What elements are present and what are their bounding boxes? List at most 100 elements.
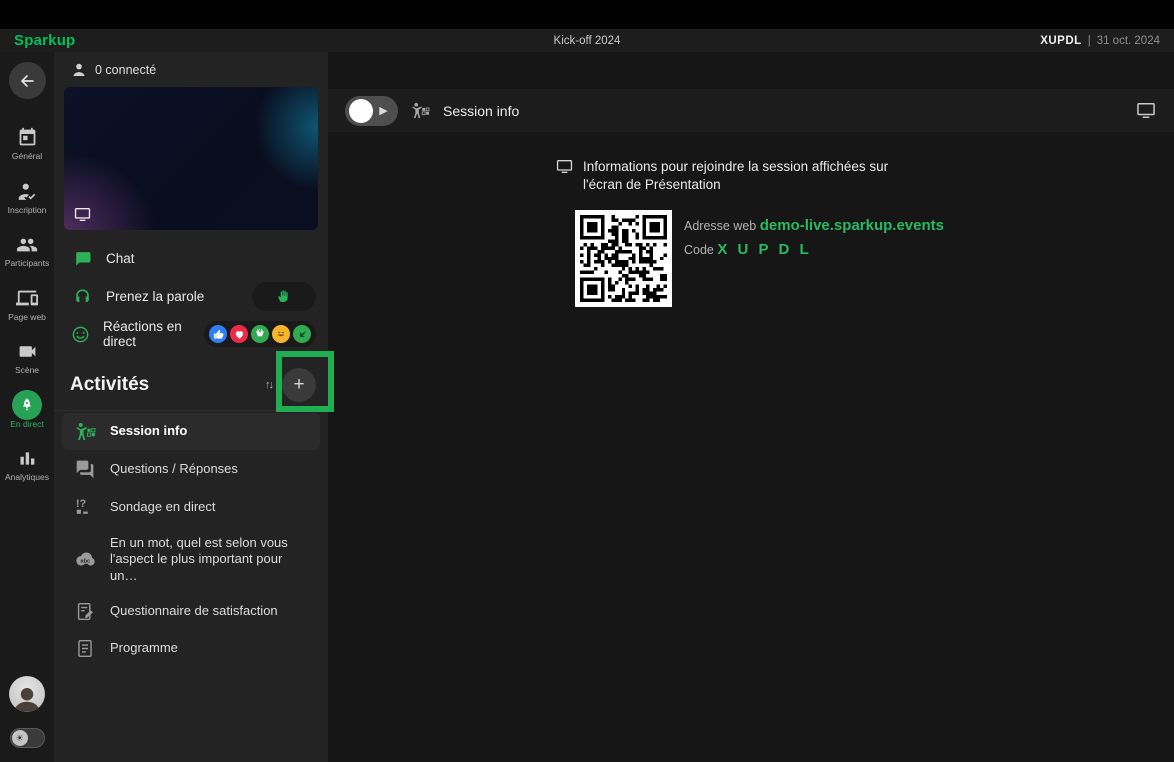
sort-icon[interactable]: ↑↓: [265, 379, 282, 391]
sidebar-item-analytiques[interactable]: Analytiques: [0, 447, 54, 482]
event-title: Kick-off 2024: [0, 35, 1174, 47]
meta-separator: |: [1088, 35, 1091, 47]
people-icon: [16, 233, 38, 256]
sidebar-item-endirect[interactable]: En direct: [0, 394, 54, 429]
heart-icon: [230, 325, 248, 343]
word-cloud-icon: abc: [74, 550, 96, 568]
sidebar-item-scene[interactable]: Scène: [0, 340, 54, 375]
clap-icon: [251, 325, 269, 343]
info-row: Informations pour rejoindre la session a…: [556, 158, 1174, 193]
present-screen-button[interactable]: [1136, 102, 1156, 119]
poll-icon: !?: [74, 497, 96, 517]
stage-preview[interactable]: [64, 87, 318, 230]
chat-label: Chat: [106, 251, 135, 266]
main-header: ▶ Session info: [328, 89, 1174, 132]
take-floor-row[interactable]: Prenez la parole: [66, 277, 316, 315]
calendar-icon: [17, 126, 38, 149]
survey-icon: [74, 602, 96, 621]
sidebar-item-label: Page web: [8, 313, 46, 322]
thumbs-up-icon: [209, 325, 227, 343]
arrow-downleft-icon: [293, 325, 311, 343]
session-meta: XUPDL | 31 oct. 2024: [1040, 35, 1160, 47]
main-title: Session info: [443, 103, 519, 119]
sidebar-item-inscription[interactable]: Inscription: [0, 180, 54, 215]
activity-satisfaction[interactable]: Questionnaire de satisfaction: [62, 593, 320, 630]
take-floor-label: Prenez la parole: [106, 289, 204, 304]
reactions-row[interactable]: Réactions en direct: [66, 315, 316, 353]
sidebar-item-label: Analytiques: [5, 473, 49, 482]
toggle-knob: [349, 99, 373, 123]
activity-list: Session info Questions / Réponses !? Son…: [54, 411, 328, 669]
sidebar-item-general[interactable]: Général: [0, 126, 54, 161]
session-date: 31 oct. 2024: [1097, 35, 1160, 47]
address-line: Adresse web demo-live.sparkup.events: [684, 217, 944, 234]
sidebar-item-pageweb[interactable]: Page web: [0, 287, 54, 322]
add-activity-button[interactable]: +: [282, 368, 316, 402]
session-code: XUPDL: [1040, 35, 1081, 47]
devices-icon: [16, 287, 38, 310]
app-body: Général Inscription Participants Page we…: [0, 52, 1174, 762]
reactions-pill[interactable]: [204, 321, 316, 347]
chat-bubbles-icon: [74, 459, 96, 479]
sun-icon: ☀: [12, 730, 28, 746]
sidebar-item-label: Général: [12, 152, 42, 161]
code-label: Code: [684, 243, 714, 257]
svg-text:abc: abc: [80, 559, 90, 565]
app-header: Sparkup Kick-off 2024 XUPDL | 31 oct. 20…: [0, 29, 1174, 52]
connected-count: 0 connecté: [54, 52, 328, 87]
sidebar-item-label: En direct: [10, 420, 44, 429]
qr-code: [575, 210, 672, 307]
chat-bubble-icon: [71, 249, 93, 268]
play-icon: ▶: [373, 104, 394, 117]
session-info-icon: [411, 102, 430, 119]
document-icon: [74, 639, 96, 658]
bar-chart-icon: [17, 447, 38, 470]
main-area: ▶ Session info Informations pour rejoind…: [328, 52, 1174, 762]
top-black-bar: [0, 0, 1174, 29]
arrow-left-icon: [17, 71, 37, 91]
play-toggle[interactable]: ▶: [345, 96, 398, 126]
theme-toggle[interactable]: ☀: [10, 728, 45, 748]
activity-label: Programme: [110, 640, 178, 656]
session-code-value: X U P D L: [717, 241, 811, 258]
join-row: Adresse web demo-live.sparkup.events Cod…: [575, 210, 1174, 307]
back-button[interactable]: [9, 62, 46, 99]
raise-hand-button[interactable]: [252, 282, 316, 311]
code-line: Code X U P D L: [684, 241, 944, 258]
app-root: Sparkup Kick-off 2024 XUPDL | 31 oct. 20…: [0, 0, 1174, 762]
sidebar-item-participants[interactable]: Participants: [0, 233, 54, 268]
activity-programme[interactable]: Programme: [62, 630, 320, 667]
join-info-text: Informations pour rejoindre la session a…: [583, 158, 931, 193]
join-details: Adresse web demo-live.sparkup.events Cod…: [684, 210, 944, 307]
activity-label: Questions / Réponses: [110, 461, 238, 477]
activity-label: En un mot, quel est selon vous l'aspect …: [110, 535, 312, 584]
user-avatar[interactable]: [9, 676, 45, 712]
smiley-icon: [71, 325, 90, 344]
monitor-icon: [74, 207, 91, 222]
svg-text:!?: !?: [76, 498, 87, 510]
activity-poll[interactable]: !? Sondage en direct: [62, 488, 320, 526]
activity-label: Sondage en direct: [110, 499, 216, 515]
hand-icon: [276, 288, 292, 304]
feature-rows: Chat Prenez la parole: [54, 239, 328, 353]
sidebar-item-label: Scène: [15, 366, 39, 375]
chat-row[interactable]: Chat: [66, 239, 316, 277]
session-url: demo-live.sparkup.events: [760, 217, 944, 234]
activity-label: Session info: [110, 423, 187, 439]
monitor-icon: [556, 159, 573, 193]
videocam-icon: [17, 340, 38, 363]
activity-questions[interactable]: Questions / Réponses: [62, 450, 320, 488]
sidebar-item-label: Inscription: [8, 206, 47, 215]
headset-icon: [71, 287, 93, 306]
rocket-icon: [12, 394, 42, 417]
session-info-icon: [74, 422, 96, 441]
activity-label: Questionnaire de satisfaction: [110, 603, 278, 619]
laugh-icon: [272, 325, 290, 343]
sidebar-item-label: Participants: [5, 259, 49, 268]
activity-session-info[interactable]: Session info: [62, 413, 320, 450]
reactions-label: Réactions en direct: [103, 319, 191, 349]
main-content: Informations pour rejoindre la session a…: [328, 132, 1174, 307]
address-label: Adresse web: [684, 219, 756, 233]
activity-word-cloud[interactable]: abc En un mot, quel est selon vous l'asp…: [62, 526, 320, 593]
sidebar: Général Inscription Participants Page we…: [0, 52, 54, 762]
